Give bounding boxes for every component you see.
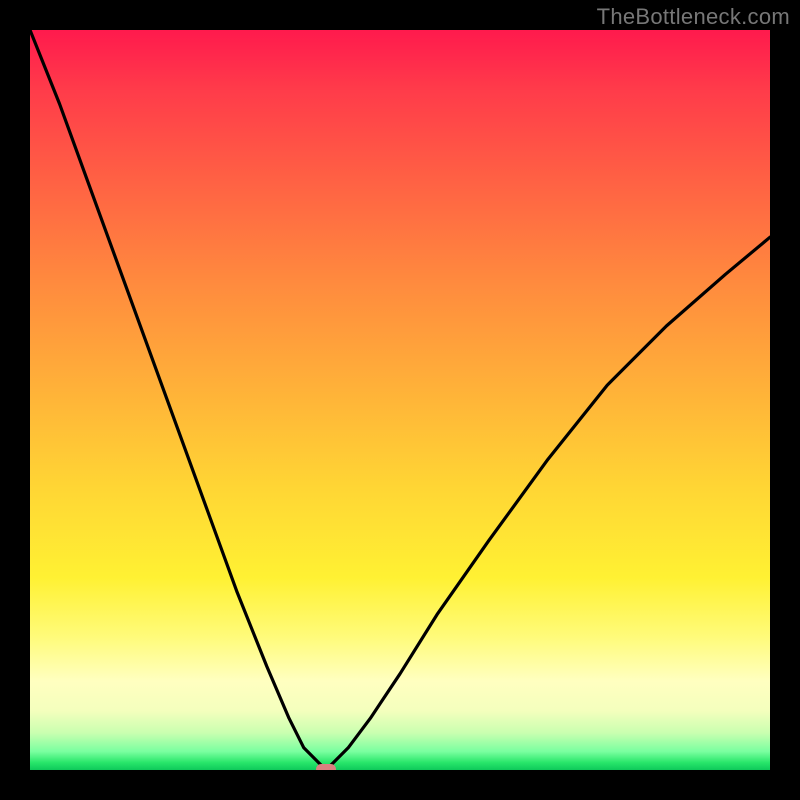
- curve-layer: [30, 30, 770, 770]
- optimum-marker: [316, 764, 336, 770]
- bottleneck-curve: [30, 30, 770, 770]
- watermark-text: TheBottleneck.com: [597, 4, 790, 30]
- plot-area: [30, 30, 770, 770]
- chart-frame: TheBottleneck.com: [0, 0, 800, 800]
